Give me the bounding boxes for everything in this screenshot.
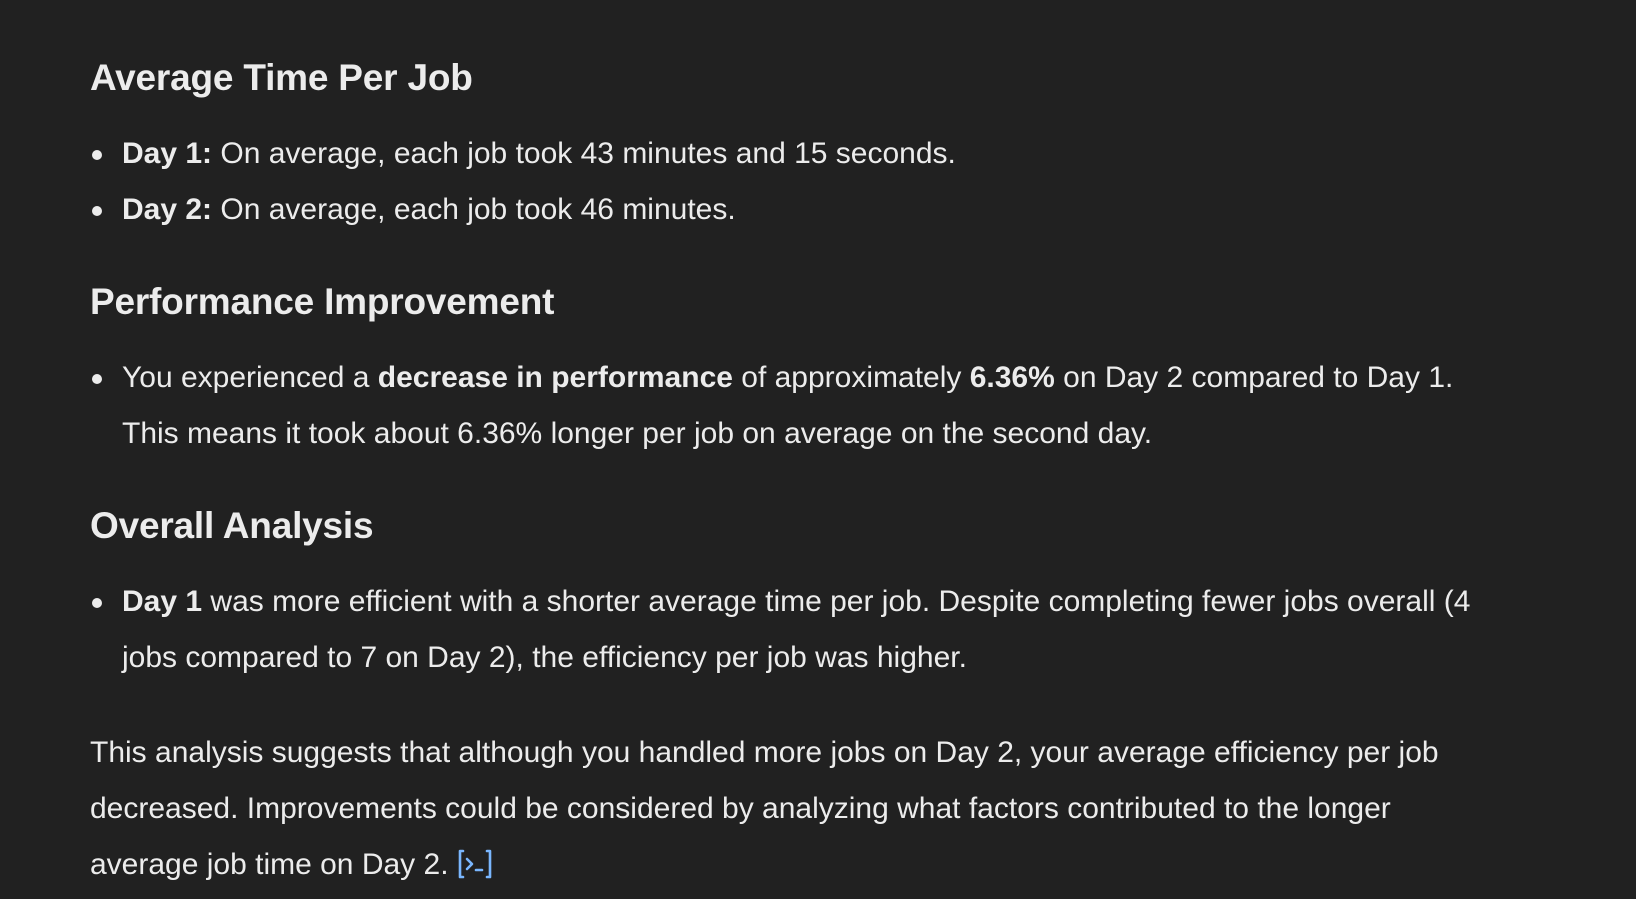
list-item-text: You experienced a (122, 361, 378, 394)
list-item: Day 1: On average, each job took 43 minu… (90, 126, 1490, 182)
day-label: Day 1 (122, 585, 203, 618)
list-item-text: On average, each job took 46 minutes. (212, 193, 736, 226)
day-label: Day 2: (122, 193, 213, 226)
bullet-icon (92, 150, 102, 160)
performance-list: You experienced a decrease in performanc… (90, 350, 1490, 462)
list-item: You experienced a decrease in performanc… (90, 350, 1490, 462)
summary-paragraph: This analysis suggests that although you… (90, 725, 1490, 893)
list-item-text: On average, each job took 43 minutes and… (212, 137, 956, 170)
list-item-text: was more efficient with a shorter averag… (122, 585, 1471, 674)
list-item: Day 2: On average, each job took 46 minu… (90, 182, 1490, 238)
bullet-icon (92, 374, 102, 384)
section-title-average-time: Average Time Per Job (90, 57, 473, 98)
overall-analysis-list: Day 1 was more efficient with a shorter … (90, 574, 1490, 686)
average-time-list: Day 1: On average, each job took 43 minu… (90, 126, 1490, 238)
bullet-icon (92, 598, 102, 608)
day-label: Day 1: (122, 137, 213, 170)
emphasis-text: decrease in performance (377, 361, 733, 394)
bullet-icon (92, 206, 102, 216)
percentage-value: 6.36% (969, 361, 1055, 394)
section-title-overall-analysis: Overall Analysis (90, 505, 374, 546)
code-interpreter-link-icon[interactable] (455, 843, 495, 879)
list-item: Day 1 was more efficient with a shorter … (90, 574, 1490, 686)
section-title-performance: Performance Improvement (90, 281, 555, 322)
list-item-text: of approximately (732, 361, 970, 394)
summary-text: This analysis suggests that although you… (90, 736, 1439, 881)
